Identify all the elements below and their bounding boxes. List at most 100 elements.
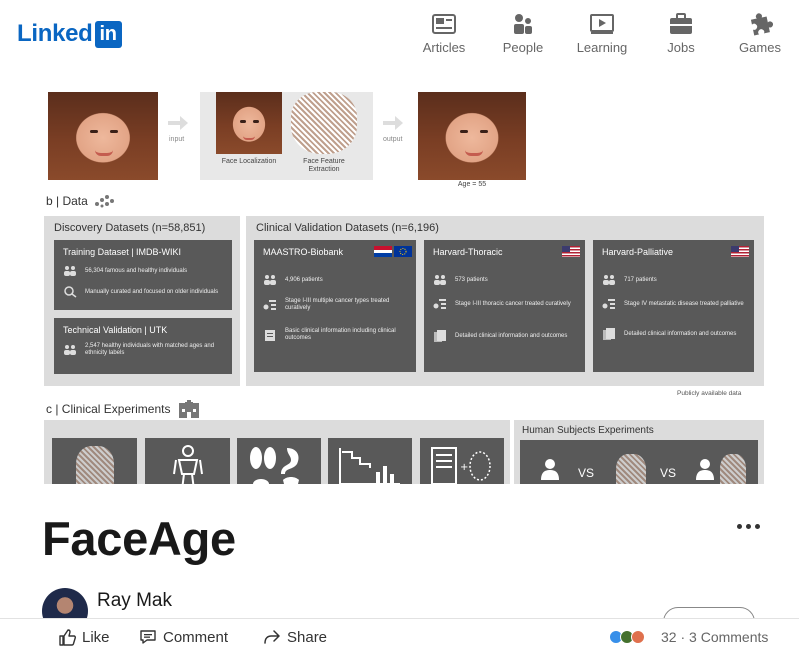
article-cover-figure: input Face Localization Face Feature Ext… [40,80,770,484]
maastro-line-3: Basic clinical information including cli… [285,328,396,341]
palliative-line-3: Detailed clinical information and outcom… [624,330,737,337]
comment-count[interactable]: 3 Comments [689,629,768,645]
data-cluster-icon [94,195,114,208]
palliative-row-2: Stage IV metastatic disease treated pall… [602,298,752,310]
nav-people[interactable]: People [488,12,558,55]
age-caption: Age = 55 [457,181,487,188]
nav-articles-label: Articles [422,40,466,55]
palliative-line-2: Stage IV metastatic disease treated pall… [624,300,744,307]
nav-articles[interactable]: Articles [409,12,479,55]
experiment-face-mesh [52,438,137,484]
palliative-row-1: 717 patients [602,274,657,286]
thumbs-up-icon [59,629,76,646]
clinician-icon [541,459,559,480]
input-arrow-icon [168,116,188,130]
technical-validation-card: Technical Validation | UTK 2,547 healthy… [54,318,232,374]
linkedin-article-page: Linked in Articles People Learning Jobs G… [0,0,799,653]
more-options-button[interactable] [737,520,761,532]
top-nav: Linked in Articles People Learning Jobs G… [0,0,799,80]
articles-icon [432,14,456,34]
magnifier-icon [64,286,77,298]
jobs-icon [670,13,692,34]
nav-jobs-label: Jobs [667,40,695,55]
group-icon [434,275,446,285]
usa-flag-icon [562,246,580,257]
training-dataset-title: Training Dataset | IMDB-WIKI [63,247,182,257]
hospital-icon [178,400,199,418]
reaction-count: 32 [661,629,677,645]
thoracic-line-2: Stage I-III thoracic cancer treated cura… [455,300,571,307]
reaction-icons[interactable] [609,630,645,644]
group-icon [264,275,276,285]
output-arrow-icon [383,116,403,130]
training-row-2: Manually curated and focused on older in… [63,286,223,298]
comment-button[interactable]: Comment [139,628,228,646]
netherlands-flag-icon [374,246,392,257]
thoracic-line-1: 573 patients [455,276,488,283]
engagement-counts[interactable]: 32 · 3 Comments [661,629,768,645]
thoracic-title: Harvard-Thoracic [433,247,503,257]
treatment-icon [602,299,615,309]
vs-label-2: VS [660,466,677,480]
comment-label: Comment [163,628,229,646]
input-face-photo [48,92,158,180]
ai-face-mesh-icon [616,454,646,484]
palliative-line-1: 717 patients [624,276,657,283]
linkedin-logo[interactable]: Linked in [17,20,122,48]
thoracic-row-2: Stage I-III thoracic cancer treated cura… [433,298,583,310]
documents-icon [603,328,615,340]
share-button[interactable]: Share [263,628,327,646]
human-subjects-title: Human Subjects Experiments [522,425,654,436]
survival-curve-icon [339,448,400,484]
section-b-title: b | Data [46,194,88,208]
dot-icon [737,523,742,529]
maastro-row-1: 4,906 patients [263,274,323,286]
section-c-heading: c | Clinical Experiments [46,400,201,418]
faceage-pipeline: input Face Localization Face Feature Ext… [40,80,770,192]
thoracic-row-1: 573 patients [433,274,488,286]
face-localization-caption: Face Localization [221,158,277,165]
maastro-line-1: 4,906 patients [285,276,323,283]
nav-games[interactable]: Games [725,12,795,55]
comment-icon [140,630,156,644]
output-label: output [383,136,403,143]
experiment-body [145,438,230,484]
maastro-row-2: Stage I-III multiple cancer types treate… [263,298,413,312]
thoracic-row-3: Detailed clinical information and outcom… [433,330,583,342]
dot-icon [746,523,751,529]
nav-learning-label: Learning [576,40,628,55]
section-b-heading: b | Data [46,194,116,208]
harvard-palliative-card: Harvard-Palliative 717 patients Stage IV… [593,240,754,372]
training-dataset-card: Training Dataset | IMDB-WIKI 56,304 famo… [54,240,232,310]
documents-icon [434,330,446,342]
love-reaction-icon [631,630,645,644]
svg-text:+: + [460,462,468,473]
treatment-icon [433,299,446,309]
input-label: input [169,136,185,143]
ai-face-mesh-icon-2 [720,454,746,484]
like-label: Like [82,628,110,646]
logo-in-badge: in [94,20,122,48]
public-data-note: Publicly available data [677,390,742,397]
nav-jobs[interactable]: Jobs [646,12,716,55]
training-line-1: 56,304 famous and healthy individuals [85,267,188,274]
like-button[interactable]: Like [58,628,110,646]
clinical-datasets-title: Clinical Validation Datasets (n=6,196) [256,222,439,234]
eu-flag-icon [394,246,412,257]
palliative-row-3: Detailed clinical information and outcom… [602,328,752,340]
localized-face-photo [216,92,282,154]
face-mesh-image [291,92,357,154]
clipboard-icon [265,330,275,341]
technical-validation-title: Technical Validation | UTK [63,325,168,335]
author-name[interactable]: Ray Mak [97,590,172,612]
vs-label-1: VS [578,466,595,480]
human-body-icon [173,445,203,484]
organs-icon [250,447,299,484]
discovery-datasets-title: Discovery Datasets (n=58,851) [54,222,206,234]
nav-learning[interactable]: Learning [567,12,637,55]
thoracic-line-3: Detailed clinical information and outcom… [455,332,568,339]
section-c-title: c | Clinical Experiments [46,402,171,416]
training-line-2: Manually curated and focused on older in… [85,288,219,295]
nav-games-label: Games [739,40,781,55]
learning-icon [590,14,614,34]
